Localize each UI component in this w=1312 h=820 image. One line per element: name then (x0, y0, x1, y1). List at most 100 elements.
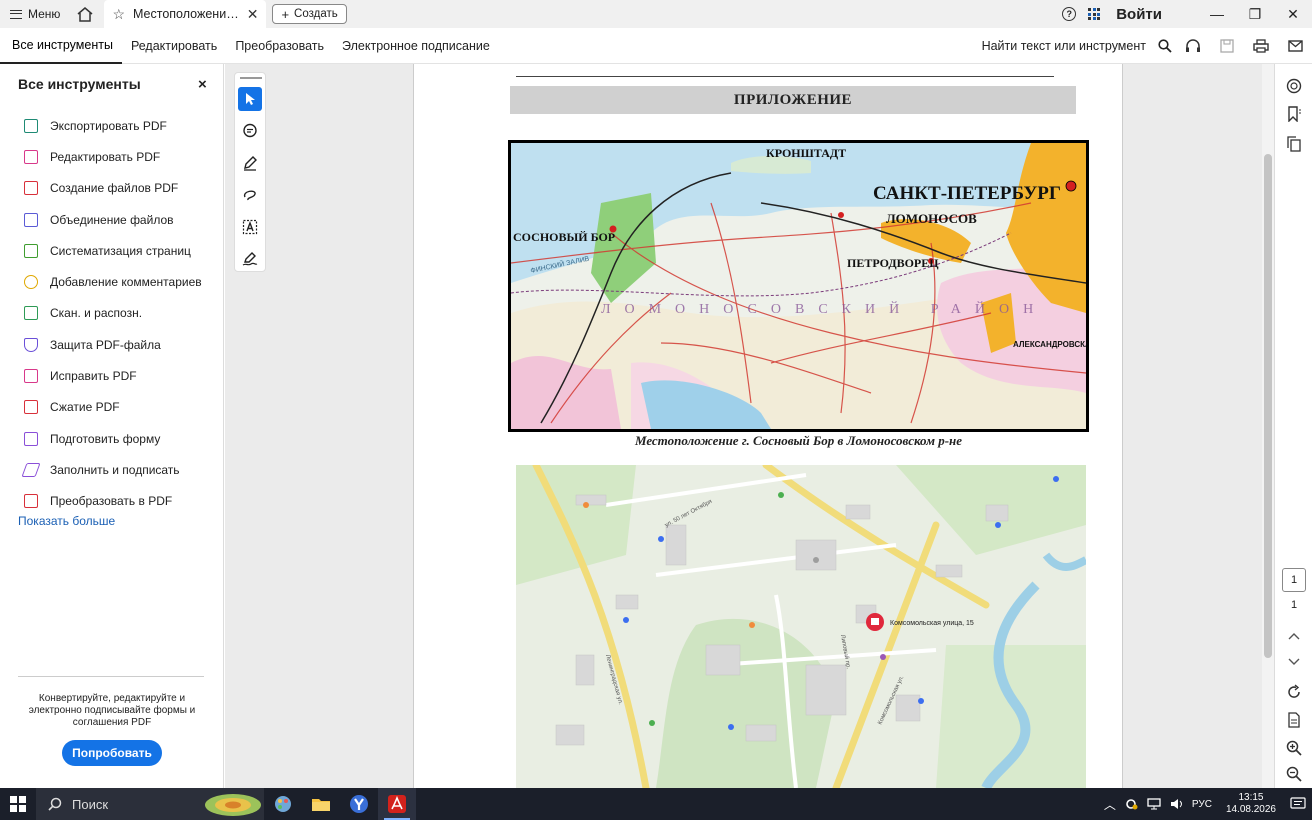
current-page-input[interactable]: 1 (1282, 568, 1306, 592)
map-label-district: ЛОМОНОСОВСКИЙ РАЙОН (601, 300, 1047, 317)
help-icon[interactable]: ? (1062, 7, 1077, 21)
taskbar-app-acrobat[interactable] (378, 788, 416, 820)
close-tab-icon[interactable]: ✕ (247, 6, 259, 23)
acrobat-icon (388, 795, 406, 813)
save-button[interactable] (1210, 28, 1244, 64)
zoom-out-icon[interactable] (1284, 764, 1304, 784)
try-button[interactable]: Попробовать (62, 740, 162, 766)
tool-fill-sign[interactable]: Заполнить и подписать (21, 454, 202, 485)
tool-label: Объединение файлов (50, 212, 174, 227)
document-tab[interactable]: ☆ Местоположение л... ✕ (104, 0, 267, 28)
tools-list: Экспортировать PDF Редактировать PDF Соз… (21, 110, 202, 517)
search-label: Поиск (72, 796, 109, 812)
yandex-browser-icon (350, 795, 368, 813)
clock[interactable]: 13:15 14.08.2026 (1226, 792, 1276, 816)
tool-label: Исправить PDF (50, 369, 137, 384)
tab-convert[interactable]: Преобразовать (226, 28, 333, 64)
tool-protect-pdf[interactable]: Защита PDF-файла (24, 329, 202, 360)
email-button[interactable] (1278, 28, 1312, 64)
select-tool-button[interactable] (238, 87, 262, 111)
close-window-button[interactable]: ✕ (1274, 0, 1312, 28)
comment-icon (24, 275, 38, 290)
tool-scan-ocr[interactable]: Скан. и распозн. (24, 298, 202, 329)
zoom-in-icon[interactable] (1284, 738, 1304, 758)
palette-icon (275, 796, 291, 812)
ai-assistant-icon[interactable] (1284, 76, 1304, 96)
cursor-arrow-icon (246, 93, 255, 105)
panel-title: Все инструменты (18, 76, 141, 92)
tool-convert-to-pdf[interactable]: Преобразовать в PDF (24, 486, 202, 517)
find-tool-label[interactable]: Найти текст или инструмент (982, 39, 1146, 53)
menu-button[interactable]: Меню (0, 0, 70, 28)
apps-grid-icon[interactable] (1088, 8, 1101, 20)
promo-text: Конвертируйте, редактируйте и электронно… (28, 693, 196, 728)
rotate-icon[interactable] (1284, 682, 1304, 702)
lasso-icon (243, 190, 256, 201)
taskbar-app-explorer[interactable] (302, 788, 340, 820)
print-button[interactable] (1244, 28, 1278, 64)
tool-prepare-form[interactable]: Подготовить форму (24, 423, 202, 454)
copy-pages-icon[interactable] (1284, 134, 1304, 154)
search-icon (48, 797, 62, 811)
show-more-link[interactable]: Показать больше (18, 514, 115, 528)
location-pin-icon[interactable] (866, 613, 884, 631)
read-aloud-button[interactable] (1176, 28, 1210, 64)
toolbar-grip[interactable] (240, 77, 262, 79)
settings-icon[interactable] (1124, 798, 1138, 810)
tray-expand-icon[interactable]: ︿ (1104, 796, 1116, 813)
windows-logo-icon (10, 796, 26, 812)
page-view-icon[interactable] (1284, 710, 1304, 730)
tab-esign[interactable]: Электронное подписание (333, 28, 499, 64)
tool-edit-pdf[interactable]: Редактировать PDF (24, 141, 202, 172)
tool-label: Подготовить форму (50, 431, 161, 446)
tool-comment[interactable]: Добавление комментариев (24, 266, 202, 297)
search-button[interactable] (1154, 28, 1176, 64)
document-viewport[interactable]: ПРИЛОЖЕНИЕ КРОНШТАДТ САНКТ-ПЕТЕРБУРГ ЛОМ… (225, 64, 1274, 788)
page-up-icon[interactable] (1284, 626, 1304, 646)
scrollbar-thumb[interactable] (1264, 154, 1272, 658)
tool-compress-pdf[interactable]: Сжатие PDF (24, 392, 202, 423)
signin-button[interactable]: Войти (1116, 6, 1162, 23)
home-button[interactable] (70, 0, 100, 28)
tool-combine-files[interactable]: Объединение файлов (24, 204, 202, 235)
highlight-tool-button[interactable] (238, 151, 262, 175)
restore-button[interactable]: ❐ (1236, 0, 1274, 28)
close-panel-icon[interactable]: × (198, 76, 207, 93)
convert-to-pdf-icon (24, 494, 38, 509)
tab-edit[interactable]: Редактировать (122, 28, 226, 64)
notifications-icon[interactable] (1290, 797, 1306, 811)
main-toolbar: Все инструменты Редактировать Преобразов… (0, 28, 1312, 64)
taskbar-app-paint[interactable] (264, 788, 302, 820)
draw-tool-button[interactable] (238, 183, 262, 207)
text-box-icon (242, 219, 258, 235)
map-label-kronshtadt: КРОНШТАДТ (766, 146, 846, 160)
map-label-lomonosov: ЛОМОНОСОВ (886, 211, 977, 226)
tool-organize-pages[interactable]: Систематизация страниц (24, 235, 202, 266)
title-bar: Меню ☆ Местоположение л... ✕ + Создать ?… (0, 0, 1312, 28)
tool-create-pdf[interactable]: Создание файлов PDF (24, 173, 202, 204)
star-icon[interactable]: ☆ (112, 6, 125, 23)
create-button[interactable]: + Создать (272, 4, 347, 24)
map-caption: Местоположение г. Сосновый Бор в Ломонос… (634, 433, 963, 448)
taskbar-app-yandex[interactable] (340, 788, 378, 820)
minimize-button[interactable]: — (1198, 0, 1236, 28)
redact-pdf-icon (24, 369, 38, 384)
page-down-icon[interactable] (1284, 652, 1304, 672)
sign-tool-button[interactable] (238, 247, 262, 271)
volume-icon[interactable] (1170, 798, 1184, 810)
organize-pages-icon (24, 243, 38, 258)
bookmark-icon[interactable] (1284, 104, 1304, 124)
taskbar-search[interactable]: Поиск (36, 788, 264, 820)
tool-redact-pdf[interactable]: Исправить PDF (24, 360, 202, 391)
tool-label: Преобразовать в PDF (50, 494, 173, 509)
start-button[interactable] (0, 788, 36, 820)
pdf-page: ПРИЛОЖЕНИЕ КРОНШТАДТ САНКТ-ПЕТЕРБУРГ ЛОМ… (413, 64, 1123, 788)
text-tool-button[interactable] (238, 215, 262, 239)
language-indicator[interactable]: РУС (1192, 799, 1212, 810)
comment-tool-button[interactable] (238, 119, 262, 143)
tool-export-pdf[interactable]: Экспортировать PDF (24, 110, 202, 141)
headphones-icon (1186, 38, 1200, 52)
network-icon[interactable] (1146, 798, 1162, 810)
tab-all-tools[interactable]: Все инструменты (0, 28, 122, 64)
vertical-scrollbar[interactable] (1262, 64, 1274, 788)
